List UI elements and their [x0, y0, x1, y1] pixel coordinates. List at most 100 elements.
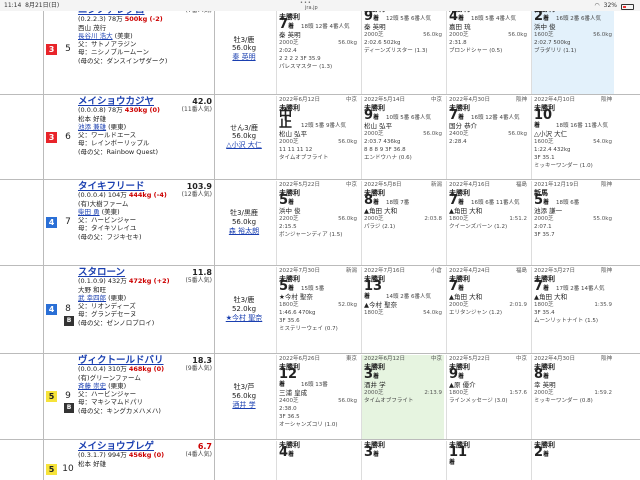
past-race[interactable]: 2022年4月16日 福島 未勝利 7着 16頭 6番 11番人気 ▲角田 大和 1800芝…: [446, 181, 529, 265]
race-jockey: ▲角田 大和: [449, 207, 483, 215]
past-race[interactable]: 2022年5月22日 中京 未勝利 5着 浜中 俊 2200芝 56.0kg 2:15.5 …: [276, 181, 359, 265]
battery-icon: [621, 3, 634, 10]
sex-age: せん3/鹿: [230, 123, 258, 132]
past-race[interactable]: 2022年6月12日 中京 未勝利 3着 酒井 学 2000芝 2:13.9 タイムオブフラ…: [361, 355, 444, 439]
finish-line: 7着 18頭 12番 4番人気: [279, 17, 350, 32]
winner: ディーンズリスター (1.3): [364, 48, 428, 54]
winner: ブラダリリ (1.1): [534, 48, 577, 54]
finish-line: 12着 16頭 13番: [279, 367, 328, 388]
wifi-icon: ◠: [594, 2, 600, 9]
race-jockey: 浜中 俊: [534, 23, 556, 31]
trainer-link[interactable]: 柴田 勇: [78, 208, 100, 216]
status-bar: 11:14 8月21日(日) ••• jra.jp ◠ 32%: [0, 0, 640, 11]
finish-line: 8着: [534, 368, 612, 381]
waku-badge: 5: [46, 391, 57, 402]
race-time: 2:38.0: [279, 406, 297, 412]
horse-info: 18.3 (9番人気) ヴィクトールドバリ (0.0.0.4) 310万 468kg …: [78, 356, 214, 415]
finish-line: 5着 18頭 6番: [534, 193, 580, 208]
winner: ムーンリットナイト (1.5): [534, 318, 599, 324]
past-race[interactable]: 未勝利 2着: [531, 441, 614, 480]
owner: 西山 茂行: [78, 23, 107, 32]
past-race[interactable]: 2022年5月22日 中京 未勝利 9着 ▲原 優介 1800芝 1:57.6 ラインメッセ…: [446, 355, 529, 439]
past-race[interactable]: 未勝利 3着: [361, 441, 444, 480]
past-race[interactable]: 2022年6月26日 東京 未勝利 12着 16頭 13番 三浦 皇成 2400芝 56.0…: [276, 355, 359, 439]
race-date: 2022年4月24日 福島: [449, 268, 527, 274]
owner: (有)グリーンファーム: [78, 373, 141, 382]
past-race[interactable]: 2022年6月12日 中京 未勝利 中止 12頭 5番 9番人気 松山 弘平 2000芝 56…: [276, 96, 359, 179]
race-class: 未勝利: [449, 189, 470, 197]
winner: ミッキーワンダー (0.8): [534, 398, 593, 404]
race-dist: 1800芝 54.0kg: [364, 310, 442, 316]
divider: [214, 11, 215, 480]
past-race[interactable]: 未勝利 4着: [276, 441, 359, 480]
finish-position: 10着: [534, 108, 553, 129]
trainer-line: 武 幸四郎 (栗東): [78, 293, 127, 302]
race-jockey: 嘉田 琉: [449, 23, 471, 31]
past-race[interactable]: 2022年6月12日中京未勝利7着18頭 12番 4番人気秦 英明2000芝56…: [276, 11, 359, 94]
last-3f: 3F 35.4: [534, 310, 555, 316]
record-line: (0.2.2.3) 78万 500kg (-2): [78, 15, 163, 24]
past-race[interactable]: 2022年7月30日 新潟 未勝利 5着 15頭 5番 ★今村 聖奈 1800芝 52.0k…: [276, 267, 359, 353]
past-race[interactable]: 未勝利 11着: [446, 441, 529, 480]
finish-line: 9着: [449, 368, 527, 381]
passing: 2 2 2 2 3F 35.9: [279, 56, 321, 62]
popularity: (9番人気): [185, 365, 213, 373]
trainer-link[interactable]: 武 幸四郎: [78, 294, 106, 302]
finish-line: 10着 18頭 16番 11番人気: [534, 108, 608, 129]
race-jockey: 秦 英明: [364, 23, 386, 31]
past-race[interactable]: 2022年7月16日 小倉 未勝利 13着 14頭 2番 6番人気 ▲今村 聖奈 1800芝…: [361, 267, 444, 353]
trainer-link[interactable]: 長谷川 浩大: [78, 32, 113, 40]
race-jockey: ▲角田 大和: [449, 293, 483, 301]
past-race[interactable]: 2022年5月14日 中京 未勝利 9着 10頭 5番 6番人気 松山 弘平 2000芝 56…: [361, 96, 444, 179]
blinker-badge: B: [64, 316, 74, 326]
carried-weight: 56.0kg: [231, 217, 257, 226]
finish-position: 9着: [364, 11, 380, 24]
broodmare-sire: (母の父：Rainbow Quest): [78, 147, 159, 156]
horse-number: 5: [65, 43, 71, 54]
horse-info: (7番人気)ニシノアレグロ(0.2.2.3) 78万 500kg (-2)西山 …: [78, 11, 214, 65]
past-race[interactable]: 2022年3月27日 阪神 未勝利 7着 17頭 2番 14番人気 ▲角田 大和 1800芝…: [531, 267, 614, 353]
trainer-link[interactable]: 池添 兼雄: [78, 123, 106, 131]
carried-weight: 56.0kg: [231, 44, 257, 53]
race-time: 2:28.4: [449, 139, 467, 145]
jockey-link[interactable]: △小沢 大仁: [216, 141, 272, 150]
jockey-link[interactable]: 秦 英明: [216, 53, 272, 62]
jockey-link[interactable]: 森 裕太朗: [216, 227, 272, 236]
past-race[interactable]: 未勝利2着16頭 2番 6番人気浜中 俊1600芝56.0kg2:02.7 50…: [531, 11, 614, 94]
race-class: 未勝利: [449, 275, 470, 283]
dam: 母：マキシマムドパリ: [78, 398, 143, 407]
trainer-link[interactable]: 斉藤 崇史: [78, 382, 106, 390]
horse-row: 4 8 B 11.8 (5番人気) スタローン (0.1.0.9) 432万 472kg (…: [0, 265, 640, 353]
past-race[interactable]: 未勝利4着18頭 5番 4番人気嘉田 琉2000芝56.0kg2:31.8 ブロ…: [446, 11, 529, 94]
sire: 父：ワールドエース: [78, 131, 137, 140]
race-dist: 1600芝 54.0kg: [534, 139, 612, 145]
race-date: 2022年6月26日 東京: [279, 356, 357, 362]
odds-value: 11.8: [192, 268, 212, 277]
race-jockey: ★今村 聖奈: [279, 293, 313, 301]
odds: 18.3 (9番人気): [185, 356, 213, 374]
odds: 11.8 (5番人気): [186, 268, 213, 286]
jockey-link[interactable]: ★今村 聖奈: [216, 314, 272, 323]
horse-row: 5 9 B 18.3 (9番人気) ヴィクトールドバリ (0.0.0.4) 310万 468…: [0, 353, 640, 439]
jockey-link[interactable]: 酒井 学: [216, 401, 272, 410]
past-race[interactable]: 2021年12月19日 阪神 新馬 5着 18頭 6番 池添 謙一 2000芝 55.0kg…: [531, 181, 614, 265]
race-class: 未勝利: [534, 441, 555, 449]
past-race[interactable]: 2022年4月24日 福島 未勝利 7着 ▲角田 大和 2000芝 2:01.9 エリタンジ…: [446, 267, 529, 353]
past-race[interactable]: 2022年4月30日 阪神 未勝利 7着 16頭 12番 4番人気 国分 恭介 2400芝 5…: [446, 96, 529, 179]
odds: 42.0 (11番人気): [182, 97, 212, 115]
trainer-line: 長谷川 浩大 (美東): [78, 31, 133, 40]
past-race[interactable]: 未勝利9着12頭 5番 6番人気秦 英明2000芝56.0kg2:02.6 50…: [361, 11, 444, 94]
past-race[interactable]: 2022年4月30日 阪神 未勝利 8着 幸 英明 2000芝 1:59.2 ミッキーワンダ…: [531, 355, 614, 439]
winner: ミステリーウェイ (0.7): [279, 326, 338, 332]
past-race[interactable]: 2022年5月8日 新潟 未勝利 8着 18頭 7番 ▲角田 大和 2000芝 2:03.8…: [361, 181, 444, 265]
carried-weight: 56.0kg: [231, 391, 257, 400]
popularity: (7番人気): [186, 11, 213, 15]
winner: ブロンドシャー (0.5): [449, 48, 503, 54]
race-time: 2:02.7 500kg: [534, 40, 571, 46]
race-date: 2022年3月27日 阪神: [534, 268, 612, 274]
past-race[interactable]: 2022年4月10日 阪神 未勝利 10着 18頭 16番 11番人気 △小沢 大仁 160…: [531, 96, 614, 179]
race-dist: 1800芝 52.0kg: [279, 302, 357, 308]
horse-number: 8: [65, 304, 71, 314]
owner: 大野 和旺: [78, 285, 107, 294]
race-class: 未勝利: [279, 441, 300, 449]
